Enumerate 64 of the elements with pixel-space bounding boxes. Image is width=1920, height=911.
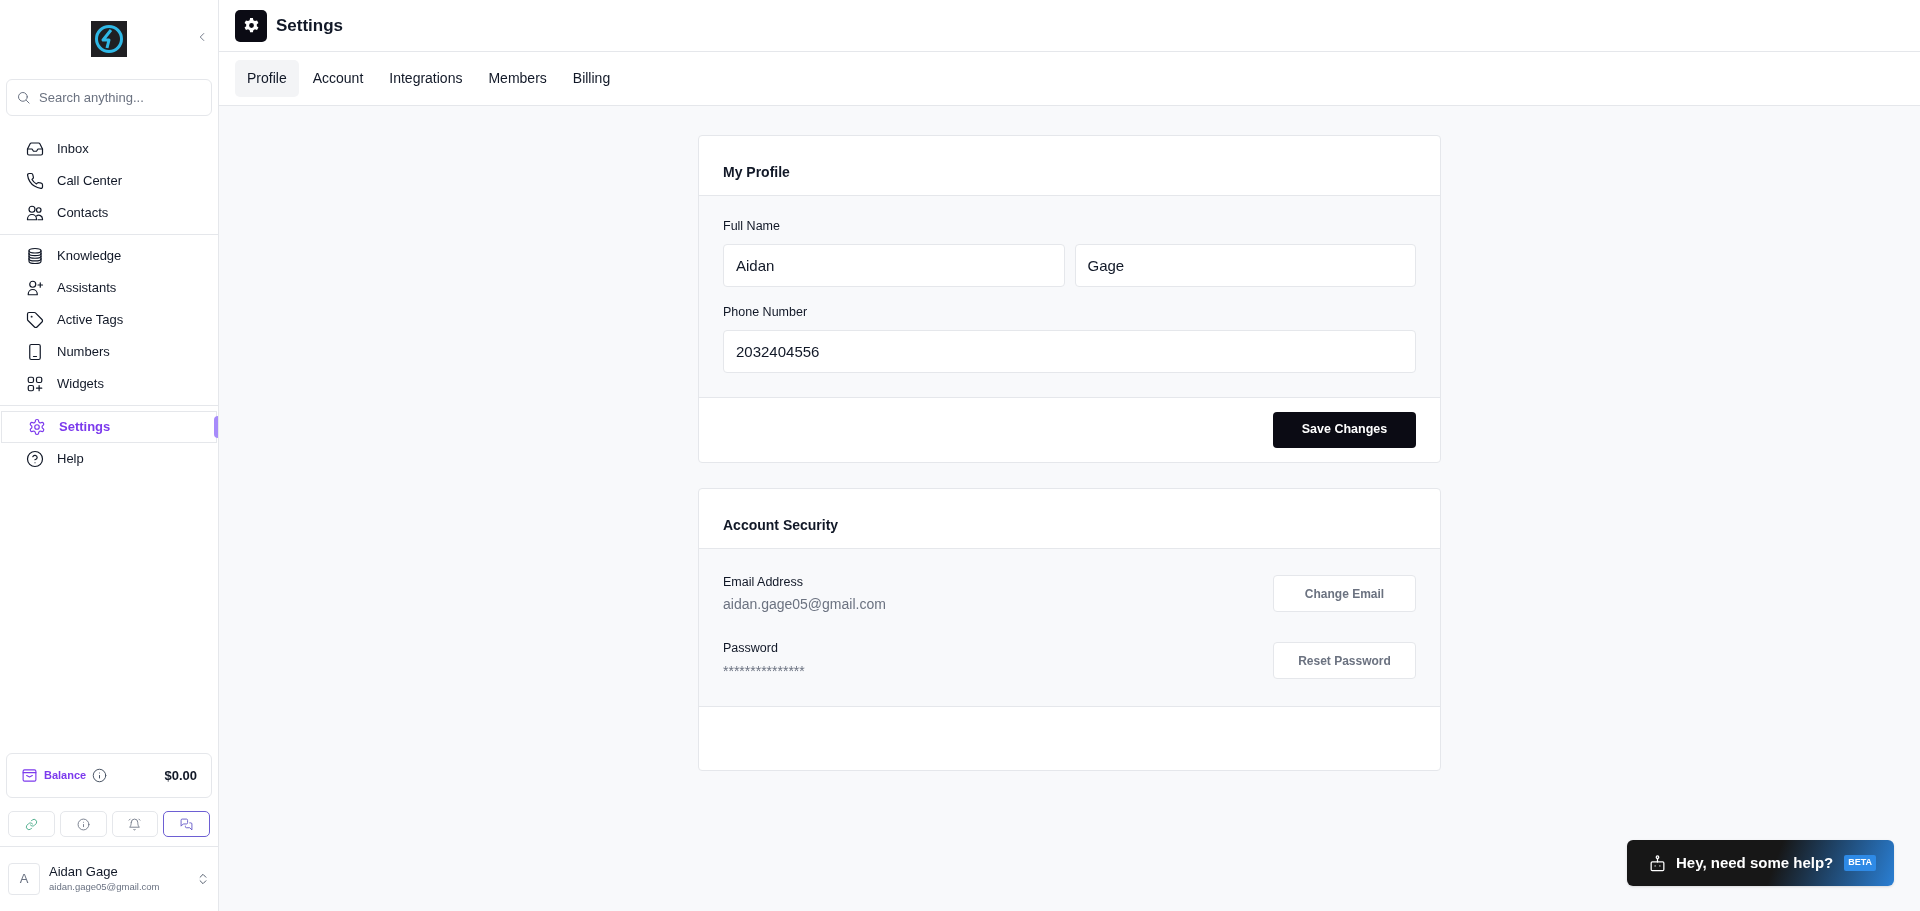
- secondary-button[interactable]: Change Email: [1273, 575, 1416, 613]
- search-field[interactable]: Search anything...: [6, 79, 212, 116]
- link-button[interactable]: [8, 811, 55, 837]
- user-plus-icon: [26, 279, 44, 297]
- people-icon: [26, 204, 44, 222]
- input-field[interactable]: 2032404556: [723, 329, 1416, 373]
- database-icon: [26, 247, 44, 265]
- tab[interactable]: Account: [300, 60, 376, 97]
- input-field[interactable]: Aidan: [723, 243, 1065, 287]
- balance-amount: $0.00: [164, 766, 197, 785]
- page-title: Settings: [276, 14, 344, 37]
- card-title: Account Security: [723, 515, 839, 535]
- chat-button[interactable]: [163, 811, 210, 837]
- nav-item[interactable]: Knowledge: [0, 240, 218, 272]
- secondary-button[interactable]: Reset Password: [1273, 642, 1416, 680]
- nav-item[interactable]: Active Tags: [0, 304, 218, 336]
- nav-item[interactable]: Call Center: [0, 165, 218, 197]
- mobile-phone-icon: [26, 343, 44, 361]
- phone-icon: [26, 172, 44, 190]
- nav-item[interactable]: Contacts: [0, 197, 218, 229]
- tab[interactable]: Members: [476, 60, 559, 97]
- help-icon: [26, 450, 44, 468]
- link-icon: [24, 817, 38, 831]
- tab[interactable]: Profile: [235, 60, 299, 97]
- chat-icon: [180, 817, 194, 831]
- field-value: ***************: [723, 662, 806, 681]
- field-label: Full Name: [723, 218, 781, 235]
- card-title: My Profile: [723, 163, 790, 182]
- robot-icon: [1648, 853, 1667, 873]
- user-email: aidan.gage05@gmail.com: [49, 880, 161, 894]
- field-label: Password: [723, 640, 779, 658]
- user-name: Aidan Gage: [49, 864, 119, 880]
- field-label: Email Address: [723, 573, 804, 591]
- help-widget-text: Hey, need some help?: [1676, 852, 1834, 873]
- nav-item[interactable]: Settings: [1, 411, 217, 443]
- info-icon: [92, 768, 108, 783]
- nav-item[interactable]: Assistants: [0, 272, 218, 304]
- save-button[interactable]: Save Changes: [1273, 411, 1416, 448]
- tag-icon: [26, 311, 44, 329]
- nav-item[interactable]: Inbox: [0, 133, 218, 165]
- balance-label: Balance: [44, 768, 87, 784]
- search-icon: [16, 90, 31, 105]
- bell-button[interactable]: [111, 811, 159, 837]
- settings-icon: [28, 418, 46, 436]
- nav-item[interactable]: Numbers: [0, 336, 218, 368]
- nav-item[interactable]: Help: [0, 443, 218, 475]
- widgets-icon: [26, 375, 44, 393]
- info-icon: [76, 817, 90, 831]
- wallet-icon: [21, 767, 38, 784]
- settings-icon: [235, 9, 267, 42]
- tab[interactable]: Billing: [560, 60, 623, 97]
- beta-badge: BETA: [1844, 855, 1877, 871]
- field-value: aidan.gage05@gmail.com: [723, 595, 887, 615]
- tab[interactable]: Integrations: [377, 60, 475, 97]
- inbox-icon: [26, 140, 44, 158]
- logo-icon: [91, 20, 127, 57]
- field-label: Phone Number: [723, 303, 809, 321]
- info-button[interactable]: [59, 811, 107, 837]
- nav-item[interactable]: Widgets: [0, 368, 218, 400]
- help-widget-button[interactable]: Hey, need some help? BETA: [1627, 840, 1894, 886]
- input-field[interactable]: Gage: [1074, 243, 1416, 287]
- bell-icon: [128, 817, 142, 831]
- avatar: A: [8, 863, 40, 895]
- active-indicator: [214, 416, 218, 438]
